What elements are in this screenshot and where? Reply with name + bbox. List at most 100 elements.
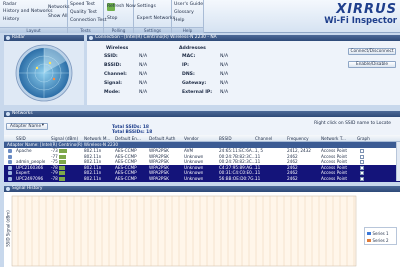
wifi-icon — [8, 149, 12, 153]
settings-button[interactable]: Settings — [137, 4, 156, 9]
legend-swatch-1 — [367, 232, 371, 235]
graph-checkbox[interactable] — [360, 160, 364, 164]
enable-disable-button[interactable]: Enable/Disable — [348, 61, 396, 68]
users-guide-button[interactable]: User's Guide — [174, 2, 203, 7]
history-panel-icon — [6, 187, 10, 191]
ribbon-group-tests: Speed Test Quality Test Connection Test … — [68, 0, 107, 33]
legend-label-2: Series 2 — [372, 238, 389, 243]
graph-checkbox[interactable] — [360, 176, 364, 181]
wifi-icon — [8, 165, 12, 170]
ribbon-group-settings: Settings Expert Networks Settings — [134, 0, 175, 33]
col-frequency[interactable]: Frequency — [287, 136, 309, 141]
col-ssid[interactable]: SSID — [16, 136, 26, 141]
radar-panel-icon — [6, 36, 10, 40]
ssid-label: SSID: — [104, 54, 118, 59]
chevron-down-icon: ▾ — [41, 123, 44, 128]
layout-show-all-button[interactable]: Show All — [48, 14, 68, 19]
layout-history-networks-button[interactable]: History and Networks — [3, 9, 52, 14]
speed-test-button[interactable]: Speed Test — [70, 2, 95, 7]
gateway-label: Gateway: — [182, 81, 207, 86]
ribbon-group-layout: Radar History and Networks History Netwo… — [0, 0, 70, 33]
col-network-mode[interactable]: Network M... — [84, 136, 110, 141]
tests-group-caption: Tests — [68, 27, 103, 33]
connection-panel-icon — [89, 36, 93, 40]
polling-group-caption: Polling — [104, 27, 133, 33]
col-channel[interactable]: Channel — [255, 136, 272, 141]
cell-network-type: Access Point — [321, 175, 348, 181]
mode-label: Mode: — [104, 90, 120, 95]
signal-history-chart — [11, 195, 357, 267]
signal-strength-bar — [59, 165, 65, 170]
connection-panel: Wireless Addresses SSID: N/A BSSID: N/A … — [87, 41, 400, 105]
connection-panel-title: Connection - [Intel(R) Centrino(R) Wirel… — [95, 35, 217, 40]
graph-checkbox[interactable] — [360, 154, 364, 159]
signal-strength-bar — [59, 154, 66, 159]
col-vendor[interactable]: Vendor — [184, 136, 199, 141]
quality-test-button[interactable]: Quality Test — [70, 10, 97, 15]
wireless-heading: Wireless — [106, 46, 129, 51]
dns-value: N/A — [220, 72, 229, 77]
layout-group-caption: Layout — [0, 27, 67, 33]
layout-radar-button[interactable]: Radar — [3, 2, 17, 7]
wifi-icon — [8, 176, 12, 181]
locate-hint: Right click on SSID name to Locate — [314, 121, 391, 126]
help-group-caption: Help — [172, 27, 203, 33]
connection-test-button[interactable]: Connection Test — [70, 18, 107, 23]
mode-value: N/A — [139, 90, 148, 95]
connect-disconnect-button[interactable]: Connect/Disconnect — [348, 48, 396, 55]
cell-bssid: 56:BB:OE:D0:7G... — [219, 175, 258, 181]
signal-strength-bar — [59, 149, 67, 153]
wifi-icon — [8, 154, 12, 159]
external-ip-label: External IP: — [182, 90, 213, 95]
ribbon-group-help: User's Guide Glossary Help Help — [172, 0, 204, 33]
networks-scrollbar[interactable] — [396, 142, 400, 181]
networks-panel-title: Networks — [12, 111, 33, 116]
networks-toolbar: Adapter Name ▾ Total SSIDs: 18 Total BSS… — [4, 117, 400, 135]
graph-checkbox[interactable] — [360, 171, 364, 175]
stop-button[interactable]: Stop — [107, 16, 117, 21]
layout-networks-button[interactable]: Networks — [48, 5, 70, 10]
legend-series-1: Series 1 — [367, 231, 389, 237]
help-button[interactable]: Help — [174, 18, 184, 23]
col-network-type[interactable]: Network T... — [321, 136, 346, 141]
history-legend: Series 1 Series 2 — [364, 227, 397, 245]
ribbon-toolbar: Radar History and Networks History Netwo… — [0, 0, 400, 33]
logo-brand: XIRRUS — [336, 2, 397, 17]
networks-table-header: SSID Signal (dBm) Network M... Default E… — [4, 135, 400, 142]
layout-history-button[interactable]: History — [3, 17, 19, 22]
adapter-name-dropdown[interactable]: Adapter Name ▾ — [6, 123, 48, 130]
col-default-auth[interactable]: Default Auth — [149, 136, 175, 141]
history-panel: SSID Signal (dBm) Series 1 Series 2 — [4, 192, 400, 267]
wifi-icon — [8, 171, 12, 175]
cell-signal: -78 — [51, 175, 58, 181]
cell-auth: WPA2PSK — [149, 175, 169, 181]
mac-value: N/A — [220, 54, 229, 59]
external-ip-value: N/A — [220, 90, 229, 95]
legend-swatch-2 — [367, 239, 371, 242]
col-signal[interactable]: Signal (dBm) — [51, 136, 78, 141]
cell-frequency: 2462 — [287, 175, 298, 181]
ip-label: IP: — [182, 63, 189, 68]
legend-series-2: Series 2 — [367, 238, 389, 244]
cell-channel: 11 — [255, 175, 261, 181]
graph-checkbox[interactable] — [360, 149, 364, 153]
xirrus-logo: XIRRUS Wi-Fi Inspector — [255, 2, 397, 32]
legend-label-1: Series 1 — [372, 231, 389, 236]
col-bssid[interactable]: BSSID — [219, 136, 232, 141]
table-row[interactable]: UPC2497096 -78 802.11n AES-CCMP WPA2PSK Unkno… — [4, 175, 400, 182]
radar-panel-title: Radar — [12, 35, 25, 40]
col-default-encryption[interactable]: Default En... — [115, 136, 141, 141]
col-graph[interactable]: Graph — [357, 136, 370, 141]
refresh-now-button[interactable]: Refresh Now — [107, 4, 136, 9]
glossary-button[interactable]: Glossary — [174, 10, 194, 15]
ribbon-group-polling: Refresh Now Stop Polling — [104, 0, 136, 33]
settings-group-caption: Settings — [134, 27, 171, 33]
cell-encryption: AES-CCMP — [115, 175, 137, 181]
graph-checkbox[interactable] — [360, 165, 364, 170]
logo-product: Wi-Fi Inspector — [324, 16, 397, 26]
ssid-value: N/A — [139, 54, 148, 59]
wifi-icon — [8, 160, 12, 164]
radar-display — [15, 44, 73, 102]
bssid-label: BSSID: — [104, 63, 122, 68]
expert-networks-button[interactable]: Expert Networks — [137, 16, 175, 21]
